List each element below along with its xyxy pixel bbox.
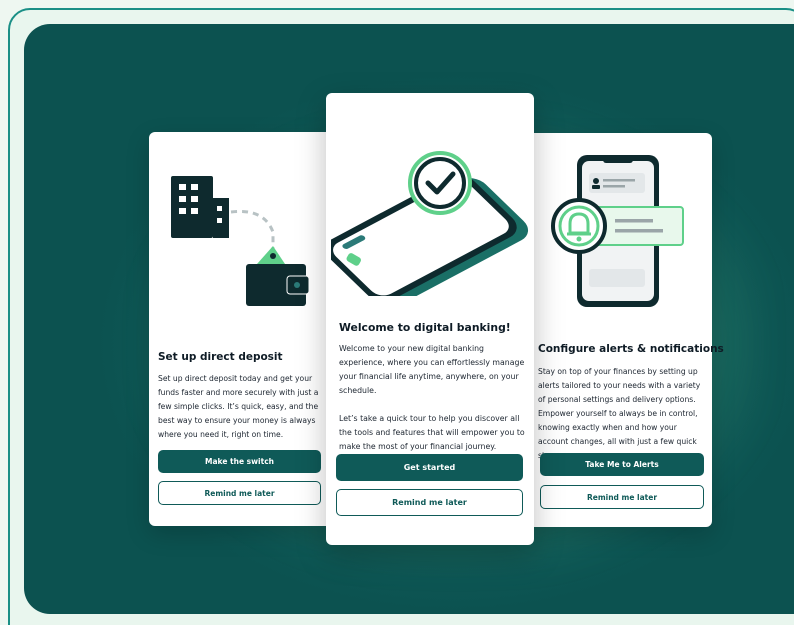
remind-me-later-button[interactable]: Remind me later — [336, 489, 523, 516]
card-description: Set up direct deposit today and get your… — [158, 374, 319, 439]
direct-deposit-card: Set up direct deposit Set up direct depo… — [149, 132, 334, 526]
phone-checkmark-icon — [331, 151, 529, 296]
alerts-card: Configure alerts & notifications Stay on… — [527, 133, 724, 527]
card-title: Configure alerts & notifications — [538, 343, 724, 355]
take-me-to-alerts-button[interactable]: Take Me to Alerts — [540, 453, 704, 476]
phone-bell-icon — [551, 155, 684, 307]
get-started-button[interactable]: Get started — [336, 454, 523, 481]
remind-me-later-button[interactable]: Remind me later — [158, 481, 321, 505]
remind-me-later-button[interactable]: Remind me later — [540, 485, 704, 509]
card-title: Welcome to digital banking! — [339, 321, 511, 334]
building-wallet-icon — [171, 176, 310, 306]
card-title: Set up direct deposit — [158, 351, 283, 363]
welcome-card: Welcome to digital banking! Welcome to y… — [326, 93, 534, 545]
card-description: Welcome to your new digital banking expe… — [339, 342, 525, 454]
description-paragraph-2: Let’s take a quick tour to help you disc… — [339, 414, 525, 451]
make-the-switch-button[interactable]: Make the switch — [158, 450, 321, 473]
description-paragraph-1: Welcome to your new digital banking expe… — [339, 344, 525, 395]
card-description: Stay on top of your finances by setting … — [538, 367, 701, 460]
